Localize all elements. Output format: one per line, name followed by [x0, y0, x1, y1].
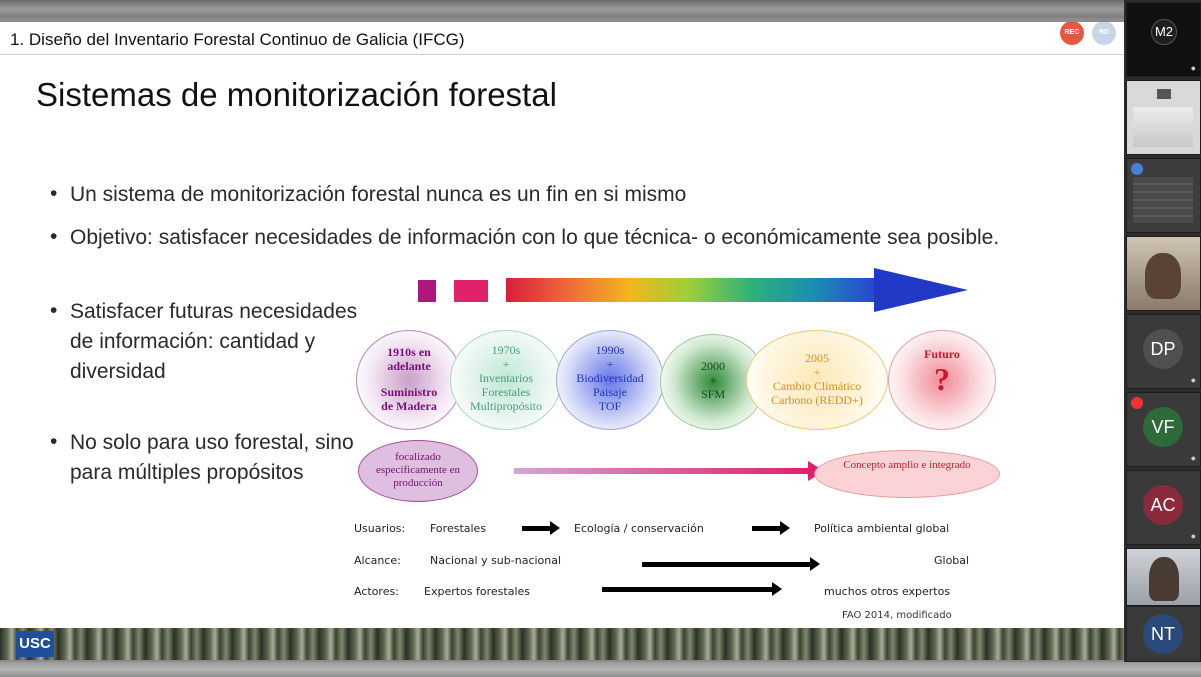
participant-tile-screen2[interactable] [1126, 158, 1201, 233]
participant-tile[interactable]: DP ● [1126, 314, 1201, 389]
era-circle-2005: 2005 + Cambio Climático Carbono (REDD+) [746, 330, 888, 430]
bullet-item: • No solo para uso forestal, sino para mú… [50, 428, 360, 488]
participant-video-tile[interactable] [1126, 236, 1201, 311]
screen-thumbnail [1133, 107, 1193, 147]
black-arrow [522, 521, 560, 535]
participants-panel: M2 ● DP ● VF ● AC ● NT [1124, 0, 1201, 662]
mic-icon: ● [1190, 375, 1196, 385]
bullet-item: • Objetivo: satisfacer necesidades de inf… [50, 223, 1110, 253]
era-circle-futuro: Futuro ? [888, 330, 996, 430]
participant-video-tile[interactable] [1126, 548, 1201, 606]
mic-icon: ● [1190, 453, 1196, 463]
evolution-diagram: 1910s en adelante Suministro de Madera 1… [350, 268, 1010, 632]
row-alcance-c: Global [934, 554, 970, 567]
participant-tile-screen[interactable] [1126, 80, 1201, 155]
bullet-dot-icon: • [50, 299, 58, 322]
screen-share-icon [1157, 89, 1171, 99]
avatar: DP [1143, 329, 1183, 369]
window-top-bar [0, 0, 1201, 18]
avatar: AC [1143, 485, 1183, 525]
focus-production-pill: focalizado específicamente en producción [358, 440, 478, 502]
screen-thumbnail [1133, 177, 1193, 223]
bullet-dot-icon: • [50, 182, 58, 205]
source-citation: FAO 2014, modificado [842, 610, 952, 621]
row-label-actores: Actores: [354, 585, 399, 598]
recording-badge[interactable]: REC [1060, 22, 1084, 45]
pink-square [454, 280, 488, 302]
forest-footer-image [0, 628, 1124, 660]
mic-icon: ● [1190, 531, 1196, 541]
focus-gradient-arrow [514, 468, 808, 474]
mic-icon: ● [1190, 63, 1196, 73]
bullet-dot-icon: • [50, 225, 58, 248]
row-label-alcance: Alcance: [354, 554, 401, 567]
black-arrow [642, 557, 820, 571]
era-circle-1910s: 1910s en adelante Suministro de Madera [356, 330, 462, 430]
user-badge[interactable]: RD [1092, 22, 1116, 45]
bullet-item: • Satisfacer futuras necesidades de infor… [50, 297, 360, 387]
era-circle-1970s: 1970s + Inventarios Forestales Multiprop… [450, 330, 562, 430]
row-usuarios-b: Ecología / conservación [574, 522, 704, 535]
window-bottom-bar [0, 662, 1201, 677]
pin-icon [1131, 163, 1143, 175]
person-video [1149, 557, 1179, 601]
participant-tile[interactable]: M2 ● [1126, 2, 1201, 77]
era-circle-1990s: 1990s + Biodiversidad Paisaje TOF [556, 330, 664, 430]
participant-tile[interactable]: NT [1126, 606, 1201, 662]
rainbow-arrow [506, 268, 968, 312]
participant-tile[interactable]: VF ● [1126, 392, 1201, 467]
slide-title: Sistemas de monitorización forestal [36, 76, 557, 113]
black-arrow [602, 582, 782, 596]
bullet-dot-icon: • [50, 430, 58, 453]
row-actores-c: muchos otros expertos [824, 585, 951, 598]
avatar: VF [1143, 407, 1183, 447]
black-arrow [752, 521, 790, 535]
row-actores-a: Expertos forestales [424, 585, 530, 598]
avatar: M2 [1151, 19, 1177, 45]
row-usuarios-a: Forestales [430, 522, 487, 535]
participant-tile[interactable]: AC ● [1126, 470, 1201, 545]
row-label-usuarios: Usuarios: [354, 522, 406, 535]
focus-integrated-pill: Concepto amplio e integrado [814, 450, 1000, 498]
avatar: NT [1143, 614, 1183, 654]
slide-header-title: 1. Diseño del Inventario Forestal Contin… [10, 30, 465, 49]
row-alcance-a: Nacional y sub-nacional [430, 554, 562, 567]
usc-logo: USC [16, 631, 54, 657]
muted-icon [1131, 397, 1143, 409]
slide-header: 1. Diseño del Inventario Forestal Contin… [0, 22, 1124, 55]
bullet-item: • Un sistema de monitorización forestal n… [50, 180, 1110, 210]
row-usuarios-c: Política ambiental global [814, 522, 950, 535]
person-video [1145, 253, 1181, 299]
presentation-slide: 1. Diseño del Inventario Forestal Contin… [0, 22, 1124, 660]
purple-square [418, 280, 436, 302]
